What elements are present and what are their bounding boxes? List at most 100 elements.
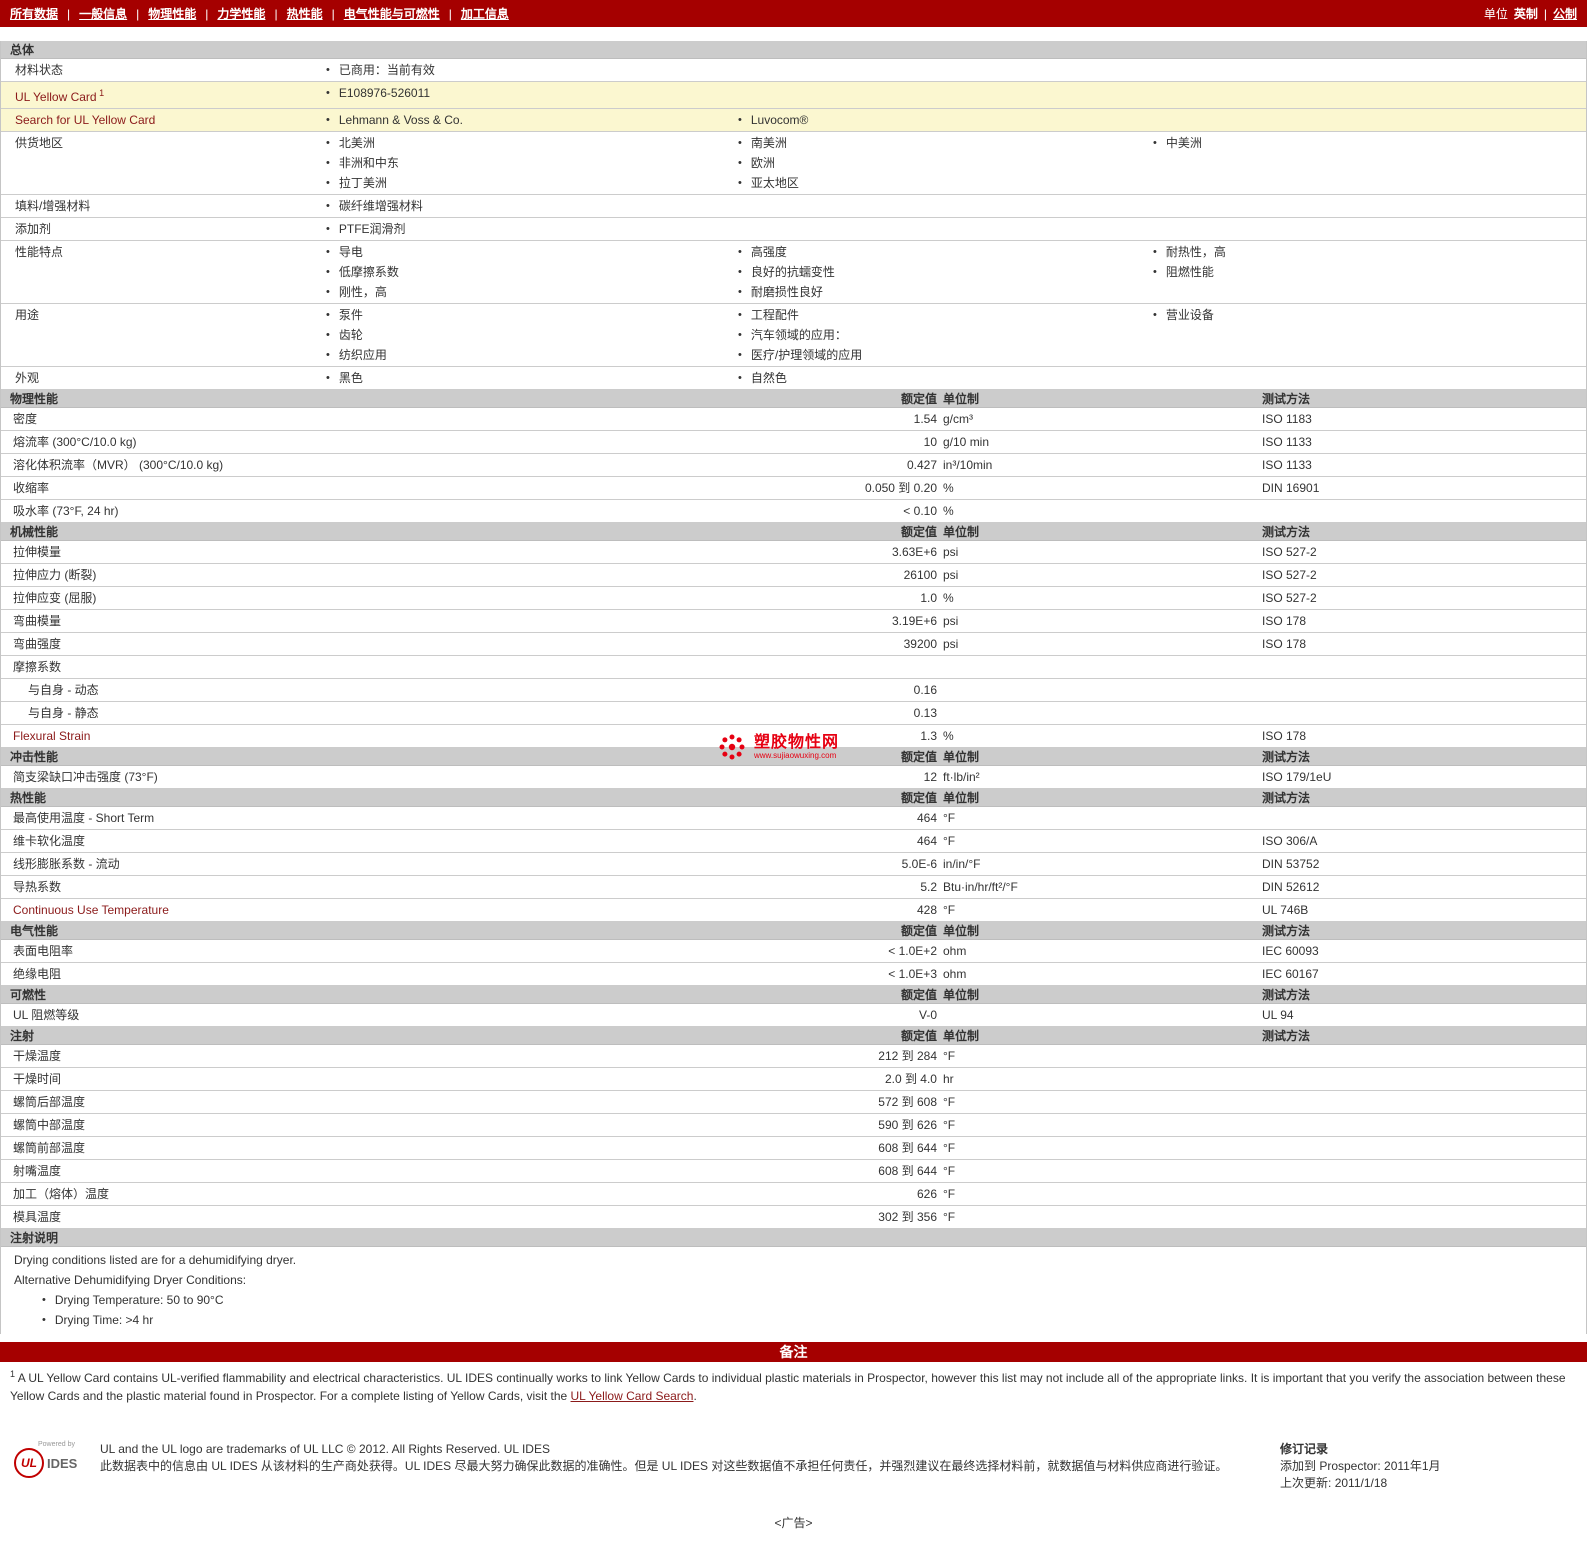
property-method: ISO 527-2 (1262, 545, 1317, 559)
property-name: 拉伸应力 (断裂) (13, 568, 97, 582)
property-unit: °F (943, 811, 956, 825)
property-value: 3.63E+6 (891, 545, 937, 559)
general-row-label: 填料/增强材料 (15, 199, 91, 213)
bullet-item: • PTFE润滑剂 (326, 219, 726, 239)
bullet-item: • 纺织应用 (326, 345, 726, 365)
general-row: 供货地区 • 北美洲 • 非洲和中东 • 拉丁美洲 • 南美洲 • 欧洲 • 亚太地区 • 中美洲 (1, 132, 1586, 195)
property-value: 0.427 (906, 458, 937, 472)
property-value: 428 (916, 903, 937, 917)
section-header: 注射 额定值 单位制 测试方法 (1, 1027, 1586, 1045)
property-row: Flexural Strain 1.3% ISO 178 (1, 725, 1586, 748)
nav-tab-7[interactable]: 加工信息 (461, 5, 509, 22)
property-value: 1.3 (920, 729, 937, 743)
bullet-icon: • (738, 266, 742, 278)
unit-column-header: 单位制 (943, 924, 980, 938)
bullet-text: 导电 (338, 245, 363, 259)
unit-column-header: 单位制 (943, 525, 980, 539)
section-title: 冲击性能 (10, 750, 59, 764)
unit-english-toggle[interactable]: 英制 (1514, 5, 1538, 22)
property-unit: °F (943, 1049, 956, 1063)
nav-tab-4[interactable]: 力学性能 (217, 5, 265, 22)
property-name: 维卡软化温度 (13, 834, 86, 848)
bullet-item: • 中美洲 (1153, 133, 1586, 153)
property-value: 0.13 (913, 706, 937, 720)
bullet-text: E108976-526011 (338, 86, 431, 100)
nav-tab-5[interactable]: 热性能 (287, 5, 323, 22)
bullet-icon: • (738, 309, 742, 321)
bullet-item: • 黑色 (326, 368, 726, 388)
property-method: IEC 60167 (1262, 967, 1319, 981)
property-value: 1.54 (913, 412, 937, 426)
property-row: 干燥温度 212 到 284 °F (1, 1045, 1586, 1068)
bullet-item: • E108976-526011 (326, 83, 726, 103)
property-value: 212 到 284 (878, 1049, 937, 1063)
general-row-link[interactable]: Search for UL Yellow Card (1, 110, 314, 130)
property-method: ISO 178 (1262, 637, 1307, 651)
bullet-text: 拉丁美洲 (338, 176, 387, 190)
bullet-icon: • (326, 200, 330, 212)
property-name: 表面电阻率 (13, 944, 74, 958)
property-method (1249, 656, 1586, 678)
units-label: 单位 (1483, 7, 1508, 21)
general-bullet-column: • Luvocom® (726, 110, 1141, 130)
property-name: 加工（熔体）温度 (13, 1187, 110, 1201)
bullet-text: 自然色 (750, 371, 787, 385)
property-row: 绝缘电阻 < 1.0E+3 ohm IEC 60167 (1, 963, 1586, 986)
property-row: 拉伸模量 3.63E+6 psi ISO 527-2 (1, 541, 1586, 564)
property-value: 572 到 608 (878, 1095, 937, 1109)
nav-separator: | (448, 6, 452, 21)
general-bullet-column: • 碳纤维增强材料 (314, 196, 726, 216)
property-row: 最高使用温度 - Short Term 464 °F (1, 807, 1586, 830)
bullet-text: Lehmann & Voss & Co. (338, 113, 463, 127)
property-name: Continuous Use Temperature (13, 903, 169, 917)
property-unit: psi (943, 614, 959, 628)
property-unit: g/10 min (943, 435, 990, 449)
nav-tab-1[interactable]: 所有数据 (10, 5, 58, 22)
general-bullet-column: • E108976-526011 (314, 83, 726, 103)
notes-section-header: 注射说明 (1, 1229, 1586, 1247)
bullet-text: 高强度 (750, 245, 787, 259)
property-row: 吸水率 (73°F, 24 hr) < 0.10% (1, 500, 1586, 523)
unit-metric-toggle[interactable]: 公制 (1553, 5, 1577, 22)
property-unit: °F (943, 1210, 956, 1224)
nav-tab-3[interactable]: 物理性能 (148, 5, 196, 22)
bullet-icon: • (1153, 309, 1157, 321)
bullet-item: • 泵件 (326, 305, 726, 325)
property-value: < 1.0E+2 (888, 944, 937, 958)
section-title: 注射说明 (10, 1231, 59, 1245)
property-unit: % (943, 591, 954, 605)
bullet-icon: • (326, 349, 330, 361)
note-line: Alternative Dehumidifying Dryer Conditio… (14, 1273, 247, 1287)
bullet-icon: • (326, 309, 330, 321)
property-row: 简支梁缺口冲击强度 (73°F) 12 ft·lb/in² ISO 179/1eU (1, 766, 1586, 789)
bullet-icon: • (738, 157, 742, 169)
bullet-text: 非洲和中东 (338, 156, 399, 170)
footnote-text: 1 A UL Yellow Card contains UL-verified … (10, 1369, 1566, 1403)
property-method: ISO 1133 (1262, 435, 1312, 449)
bullet-icon: • (326, 177, 330, 189)
nav-tab-2[interactable]: 一般信息 (79, 5, 127, 22)
bullet-text: 欧洲 (750, 156, 775, 170)
nav-separator: | (274, 6, 278, 21)
property-unit: psi (943, 637, 959, 651)
property-value: 302 到 356 (878, 1210, 937, 1224)
general-row: 材料状态 • 已商用：当前有效 (1, 59, 1586, 82)
nav-separator: | (1543, 6, 1547, 21)
section-header: 电气性能 额定值 单位制 测试方法 (1, 922, 1586, 940)
yellow-card-search-link[interactable]: UL Yellow Card Search (571, 1389, 694, 1403)
note-bullet-item: • Drying Temperature: 50 to 90°C (1, 1290, 1586, 1310)
general-bullet-column: • 泵件 • 齿轮 • 纺织应用 (314, 305, 726, 365)
bullet-icon: • (738, 372, 742, 384)
bullet-text: 纺织应用 (338, 348, 387, 362)
property-name: 简支梁缺口冲击强度 (73°F) (13, 770, 158, 784)
general-bullet-column: • 营业设备 (1141, 305, 1586, 325)
section-header: 机械性能 额定值 单位制 测试方法 (1, 523, 1586, 541)
property-method: UL 94 (1262, 1008, 1294, 1022)
nav-separator: | (205, 6, 209, 21)
property-row: UL 阻燃等级 V-0 UL 94 (1, 1004, 1586, 1027)
nav-tab-6[interactable]: 电气性能与可燃性 (344, 5, 440, 22)
general-bullet-column: • 南美洲 • 欧洲 • 亚太地区 (726, 133, 1141, 193)
property-name: 与自身 - 静态 (28, 706, 99, 720)
bullet-icon: • (326, 372, 330, 384)
property-method (1249, 1045, 1586, 1067)
